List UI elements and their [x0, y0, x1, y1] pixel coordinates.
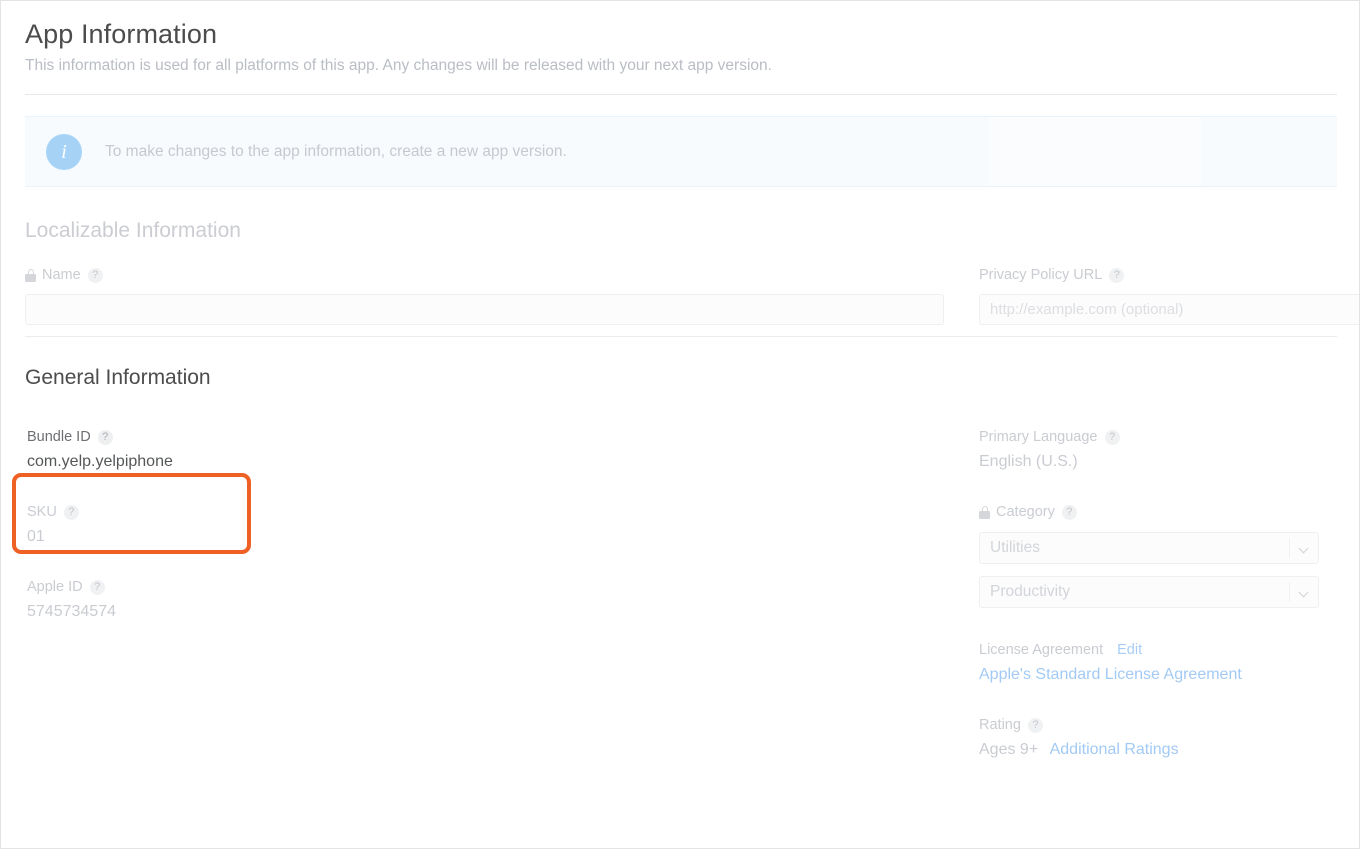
localizable-information-title: Localizable Information: [25, 218, 1337, 244]
privacy-policy-url-input[interactable]: [979, 294, 1360, 325]
app-information-screen: App Information This information is used…: [0, 0, 1360, 849]
help-icon-name[interactable]: ?: [88, 268, 103, 283]
select-separator-secondary: [1289, 582, 1290, 602]
category-field: Category ? Utilities Productivity: [979, 503, 1319, 608]
apple-id-value: 5745734574: [27, 601, 257, 623]
privacy-policy-label-row: Privacy Policy URL ?: [979, 266, 1360, 284]
category-label: Category: [996, 503, 1055, 521]
category-secondary-value: Productivity: [990, 583, 1070, 600]
chevron-down-icon-primary: [1300, 545, 1308, 553]
page-header: App Information This information is used…: [1, 1, 1360, 77]
help-icon-primary-language[interactable]: ?: [1105, 430, 1120, 445]
license-agreement-label-row: License Agreement Edit: [979, 641, 1360, 659]
primary-language-label-row: Primary Language ?: [979, 428, 1319, 446]
page-content: App Information This information is used…: [1, 1, 1360, 849]
sku-label: SKU: [27, 503, 57, 521]
category-primary-select[interactable]: Utilities: [979, 532, 1319, 564]
banner-shade: [989, 117, 1201, 186]
category-secondary-select[interactable]: Productivity: [979, 576, 1319, 608]
name-input[interactable]: [25, 294, 944, 325]
name-field: Name ?: [25, 266, 944, 325]
general-information-title: General Information: [25, 365, 1337, 391]
license-agreement-label: License Agreement: [979, 641, 1103, 659]
rating-value: Ages 9+: [979, 741, 1038, 758]
license-agreement-field: License Agreement Edit Apple's Standard …: [979, 641, 1360, 686]
help-icon-privacy-policy[interactable]: ?: [1109, 268, 1124, 283]
lock-icon-category: [979, 506, 990, 519]
additional-ratings-link[interactable]: Additional Ratings: [1050, 741, 1179, 758]
info-circle-icon: i: [46, 134, 82, 170]
primary-language-label: Primary Language: [979, 428, 1098, 446]
help-icon-apple-id[interactable]: ?: [90, 580, 105, 595]
general-columns: Bundle ID ? com.yelp.yelpiphone SKU ? 01…: [25, 391, 1337, 791]
help-icon-bundle-id[interactable]: ?: [98, 430, 113, 445]
page-title: App Information: [25, 17, 1337, 51]
help-icon-rating[interactable]: ?: [1028, 718, 1043, 733]
name-field-label: Name: [42, 266, 81, 284]
chevron-down-icon-secondary: [1300, 589, 1308, 597]
help-icon-category[interactable]: ?: [1062, 505, 1077, 520]
privacy-policy-url-label: Privacy Policy URL: [979, 266, 1102, 284]
apple-id-field: Apple ID ? 5745734574: [27, 578, 257, 623]
name-field-label-row: Name ?: [25, 266, 944, 284]
sku-label-row: SKU ?: [27, 503, 257, 521]
primary-language-field: Primary Language ? English (U.S.): [979, 428, 1319, 473]
page-subtitle: This information is used for all platfor…: [25, 55, 1337, 77]
localizable-columns: Name ? Privacy Policy URL ?: [25, 244, 1337, 336]
primary-language-value: English (U.S.): [979, 451, 1319, 473]
bundle-id-label: Bundle ID: [27, 428, 91, 446]
sku-field: SKU ? 01: [27, 503, 257, 548]
select-separator: [1289, 538, 1290, 558]
info-banner-message: To make changes to the app information, …: [105, 143, 567, 161]
apple-id-label: Apple ID: [27, 578, 83, 596]
sku-value: 01: [27, 526, 257, 548]
header-divider: [25, 94, 1337, 95]
localizable-information-section: Localizable Information Name ?: [1, 218, 1360, 336]
privacy-policy-url-field: Privacy Policy URL ?: [979, 266, 1360, 325]
apple-id-label-row: Apple ID ?: [27, 578, 257, 596]
info-banner: i To make changes to the app information…: [25, 116, 1337, 187]
bundle-id-value: com.yelp.yelpiphone: [27, 451, 257, 473]
license-agreement-value-row: Apple's Standard License Agreement: [979, 664, 1360, 686]
bundle-id-field: Bundle ID ? com.yelp.yelpiphone: [27, 428, 257, 473]
license-agreement-edit-link[interactable]: Edit: [1117, 641, 1142, 659]
rating-value-row: Ages 9+ Additional Ratings: [979, 739, 1360, 761]
rating-field: Rating ? Ages 9+ Additional Ratings: [979, 716, 1360, 761]
category-label-row: Category ?: [979, 503, 1319, 521]
help-icon-sku[interactable]: ?: [64, 505, 79, 520]
apple-standard-license-link[interactable]: Apple's Standard License Agreement: [979, 666, 1242, 683]
bundle-id-label-row: Bundle ID ?: [27, 428, 257, 446]
rating-label-row: Rating ?: [979, 716, 1360, 734]
general-information-section: General Information Bundle ID ? com.yelp…: [1, 365, 1360, 791]
rating-label: Rating: [979, 716, 1021, 734]
category-primary-value: Utilities: [990, 539, 1040, 556]
section-divider: [25, 336, 1337, 337]
lock-icon: [25, 269, 36, 282]
